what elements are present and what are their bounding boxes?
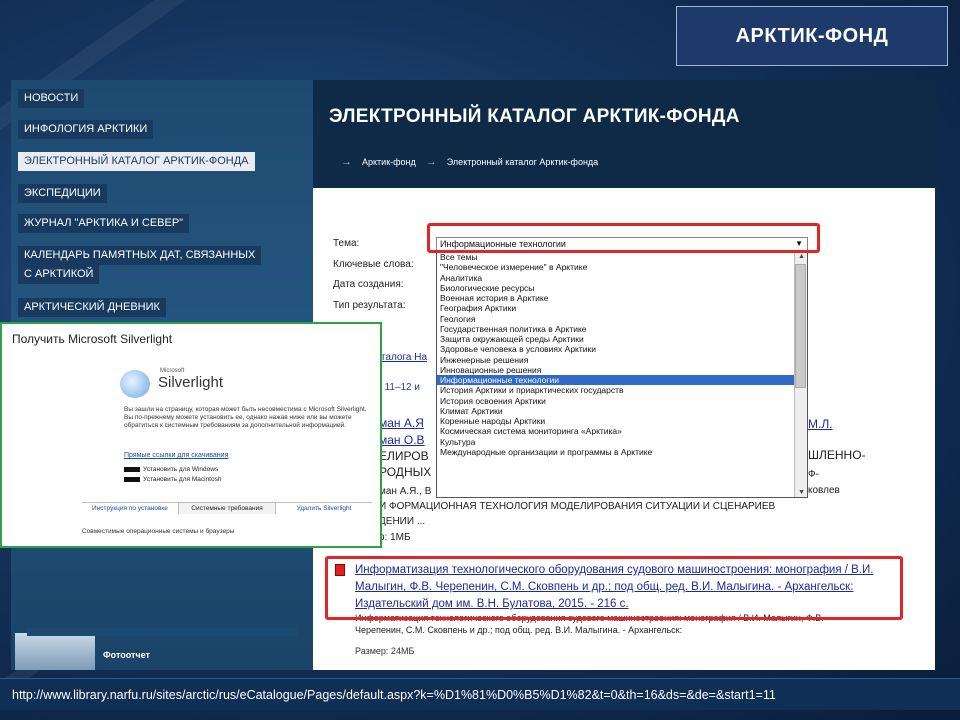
model-fragment: ЕЛИРОВ: [379, 449, 429, 463]
download-mac[interactable]: Установить для Macintosh: [124, 476, 221, 483]
dropdown-option[interactable]: История Арктики и приарктических государ…: [437, 385, 807, 395]
dropdown-option[interactable]: Культура: [437, 437, 807, 447]
keywords-label: Ключевые слова:: [333, 259, 414, 270]
silverlight-description: Вы зашли на страницу, которая может быть…: [124, 406, 367, 429]
right-fragment[interactable]: М.Л.: [808, 417, 833, 431]
catalog-title: ЭЛЕКТРОННЫЙ КАТАЛОГ АРКТИК-ФОНДА: [329, 106, 740, 127]
silverlight-panel: Получить Microsoft Silverlight Microsoft…: [0, 322, 382, 548]
silverlight-footer: Совместимые операционные системы и брауз…: [82, 528, 235, 535]
date-label: Дата создания:: [333, 279, 404, 290]
dropdown-option[interactable]: Защита окружающей среды Арктики: [437, 334, 807, 344]
highlight-theme-select: [427, 223, 820, 253]
dropdown-option[interactable]: Геология: [437, 314, 807, 324]
dropdown-option[interactable]: Государственная политика в Арктике: [437, 324, 807, 334]
catalog-header: ЭЛЕКТРОННЫЙ КАТАЛОГ АРКТИК-ФОНДА → Аркти…: [313, 80, 935, 188]
results-count-fragment: : 11–12 и: [379, 382, 420, 393]
scroll-down-icon[interactable]: ▼: [798, 489, 805, 496]
dropdown-scrollbar[interactable]: ▲ ▼: [794, 252, 807, 497]
dropdown-option[interactable]: Информационные технологии: [437, 375, 807, 386]
scroll-up-icon[interactable]: ▲: [798, 253, 805, 260]
breadcrumb-e-catalog[interactable]: Электронный каталог Арктик-фонда: [447, 157, 598, 167]
description-fragment: ДЕНИИ ...: [379, 516, 426, 527]
silverlight-tabs: Инструкция по установке Системные требов…: [82, 502, 372, 514]
dropdown-option[interactable]: Международные организации и программы в …: [437, 447, 807, 457]
nav-news[interactable]: НОВОСТИ: [18, 89, 85, 108]
nav-e-catalog[interactable]: ЭЛЕКТРОННЫЙ КАТАЛОГ АРКТИК-ФОНДА: [18, 152, 255, 171]
peoples-fragment: РОДНЫХ: [379, 465, 432, 479]
dropdown-option[interactable]: Инженерные решения: [437, 355, 807, 365]
dropdown-option[interactable]: Все темы: [437, 252, 807, 262]
nav-arctic-diary[interactable]: АРКТИЧЕСКИЙ ДНЕВНИК: [18, 298, 166, 317]
right-fragment: Ф-: [808, 469, 819, 480]
nav-calendar[interactable]: КАЛЕНДАРЬ ПАМЯТНЫХ ДАТ, СВЯЗАННЫХ: [18, 246, 262, 265]
dropdown-option[interactable]: История освоения Арктики: [437, 396, 807, 406]
size-fragment: р: 1МБ: [379, 532, 411, 543]
dropdown-option[interactable]: Военная история в Арктике: [437, 293, 807, 303]
breadcrumb-arctic-fund[interactable]: Арктик-фонд: [362, 157, 416, 167]
dropdown-option[interactable]: Космическая система мониторинга «Арктика…: [437, 426, 807, 436]
right-fragment: ковлев: [808, 485, 840, 496]
tab-system-requirements[interactable]: Системные требования: [178, 503, 276, 514]
theme-dropdown-list[interactable]: Все темы "Человеческое измерение" в Аркти…: [436, 251, 808, 498]
theme-label: Тема:: [333, 238, 360, 249]
scrollbar-thumb[interactable]: [795, 264, 806, 388]
nav-expeditions[interactable]: ЭКСПЕДИЦИИ: [18, 184, 107, 203]
photo-report-label[interactable]: Фотоотчет: [103, 650, 150, 660]
dropdown-option[interactable]: Аналитика: [437, 273, 807, 283]
tab-install-instructions[interactable]: Инструкция по установке: [82, 503, 178, 514]
tab-uninstall[interactable]: Удалить Silverlight: [276, 503, 372, 514]
slide-title: АРКТИК-ФОНД: [676, 6, 948, 66]
author-fragment[interactable]: ман О.В: [379, 433, 425, 447]
source-url: http://www.library.narfu.ru/sites/arctic…: [0, 678, 960, 710]
dropdown-option[interactable]: Климат Арктики: [437, 406, 807, 416]
dropdown-options: Все темы "Человеческое измерение" в Аркти…: [437, 252, 807, 457]
description-fragment: И ФОРМАЦИОННАЯ ТЕХНОЛОГИЯ МОДЕЛИРОВАНИЯ …: [379, 501, 776, 512]
highlight-result: [325, 556, 903, 620]
dropdown-option[interactable]: Инновационные решения: [437, 365, 807, 375]
breadcrumb: → Арктик-фонд → Электронный каталог Аркт…: [341, 156, 598, 168]
nav-journal[interactable]: ЖУРНАЛ "АРКТИКА И СЕВЕР": [18, 214, 190, 233]
result-type-label: Тип результата:: [333, 300, 406, 311]
dropdown-option[interactable]: "Человеческое измерение" в Арктике: [437, 262, 807, 272]
redacted-icon: [124, 477, 140, 482]
silverlight-logo-icon: [120, 370, 150, 398]
author-fragment[interactable]: ман А.Я: [379, 416, 424, 430]
result-size: Размер: 24МБ: [355, 646, 415, 656]
silverlight-title: Получить Microsoft Silverlight: [12, 332, 173, 346]
hidden-input-bar: [27, 628, 297, 636]
dropdown-option[interactable]: Здоровье человека в условиях Арктики: [437, 344, 807, 354]
nav-calendar-line2[interactable]: С АРКТИКОЙ: [18, 265, 100, 284]
download-windows[interactable]: Установить для Windows: [124, 466, 218, 473]
author-fragment: ман А.Я., В: [379, 486, 432, 497]
dropdown-option[interactable]: Коренные народы Арктики: [437, 416, 807, 426]
dropdown-option[interactable]: География Арктики: [437, 303, 807, 313]
redacted-icon: [124, 467, 140, 472]
breadcrumb-arrow-icon: →: [341, 156, 352, 168]
silverlight-name: Silverlight: [158, 374, 224, 391]
silverlight-download-link[interactable]: Прямые ссылки для скачивания: [124, 452, 228, 459]
nav-arctic-infology[interactable]: ИНФОЛОГИЯ АРКТИКИ: [18, 120, 154, 139]
breadcrumb-arrow-icon: →: [425, 156, 437, 168]
right-fragment: ШЛЕННО-: [808, 448, 866, 462]
dropdown-option[interactable]: Биологические ресурсы: [437, 283, 807, 293]
photo-thumbnail[interactable]: [15, 633, 95, 670]
